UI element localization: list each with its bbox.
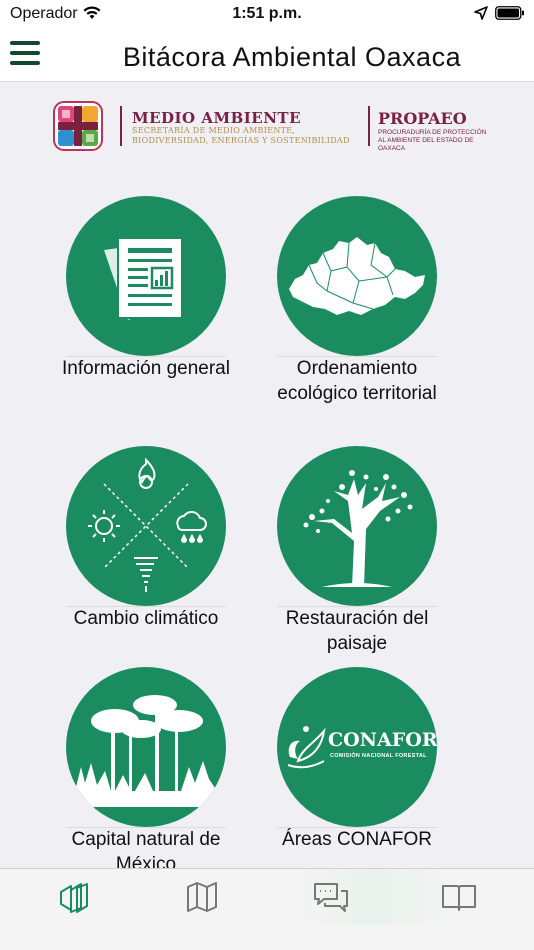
tile-icon-circle (66, 196, 226, 356)
location-arrow-icon (474, 6, 488, 20)
bitacora-icon (60, 883, 88, 913)
agency-subtitle: PROCURADURÍA DE PROTECCIÓN AL AMBIENTE D… (378, 129, 487, 152)
tile-icon-circle (66, 667, 226, 827)
conafor-emblem-icon (287, 726, 326, 769)
tile-label: Información general (62, 358, 230, 379)
logo-divider (368, 106, 370, 146)
rain-cloud-icon (176, 511, 207, 543)
tile-icon-circle: CONAFOR COMISIÓN NACIONAL FORESTAL (277, 667, 437, 827)
tab-map[interactable] (152, 869, 252, 925)
conafor-subtitle: COMISIÓN NACIONAL FORESTAL (330, 753, 427, 759)
tile-label: Cambio climático (73, 608, 219, 629)
book-icon (442, 885, 476, 911)
tile-icon-circle (277, 446, 437, 606)
battery-icon (495, 6, 524, 20)
tile-label: Restauración del paisaje (285, 608, 429, 654)
nav-bar: Bitácora Ambiental Oaxaca (0, 30, 534, 82)
government-logo-banner: MEDIO AMBIENTE SECRETARÍA DE MEDIO AMBIE… (50, 98, 490, 158)
logo-divider (120, 106, 122, 146)
map-icon (187, 882, 217, 912)
logo-main-title: MEDIO AMBIENTE (132, 109, 302, 127)
sun-icon (88, 510, 120, 542)
tile-icon-circle (66, 446, 226, 606)
oaxaca-map-icon (289, 237, 425, 315)
oaxaca-emblem-icon (53, 101, 103, 151)
tab-bar (0, 868, 534, 924)
tab-book[interactable] (409, 869, 509, 925)
tornado-icon (134, 557, 158, 592)
tile-label: Áreas CONAFOR (282, 829, 432, 850)
status-bar: Operador 1:51 p.m. (0, 0, 534, 30)
tile-label: Ordenamiento ecológico territorial (277, 358, 437, 404)
tree-icon (303, 470, 413, 587)
forest-icon (71, 695, 221, 807)
climate-icon (88, 457, 207, 592)
home-indicator-area (0, 924, 534, 950)
tab-chat[interactable] (281, 869, 381, 925)
hamburger-menu-icon[interactable] (10, 41, 40, 67)
page-title: Bitácora Ambiental Oaxaca (122, 42, 462, 72)
conafor-logo-icon: CONAFOR COMISIÓN NACIONAL FORESTAL (282, 717, 437, 777)
tab-bitacora[interactable] (24, 869, 124, 925)
agency-title: PROPAEO (378, 109, 467, 128)
chat-icon (314, 883, 348, 912)
conafor-name: CONAFOR (328, 729, 437, 751)
status-time: 1:51 p.m. (232, 5, 302, 22)
logo-main-subtitle: SECRETARÍA DE MEDIO AMBIENTE, BIODIVERSI… (132, 126, 350, 145)
fire-icon (138, 457, 156, 489)
document-report-icon (104, 237, 183, 320)
tile-icon-circle (277, 196, 437, 356)
